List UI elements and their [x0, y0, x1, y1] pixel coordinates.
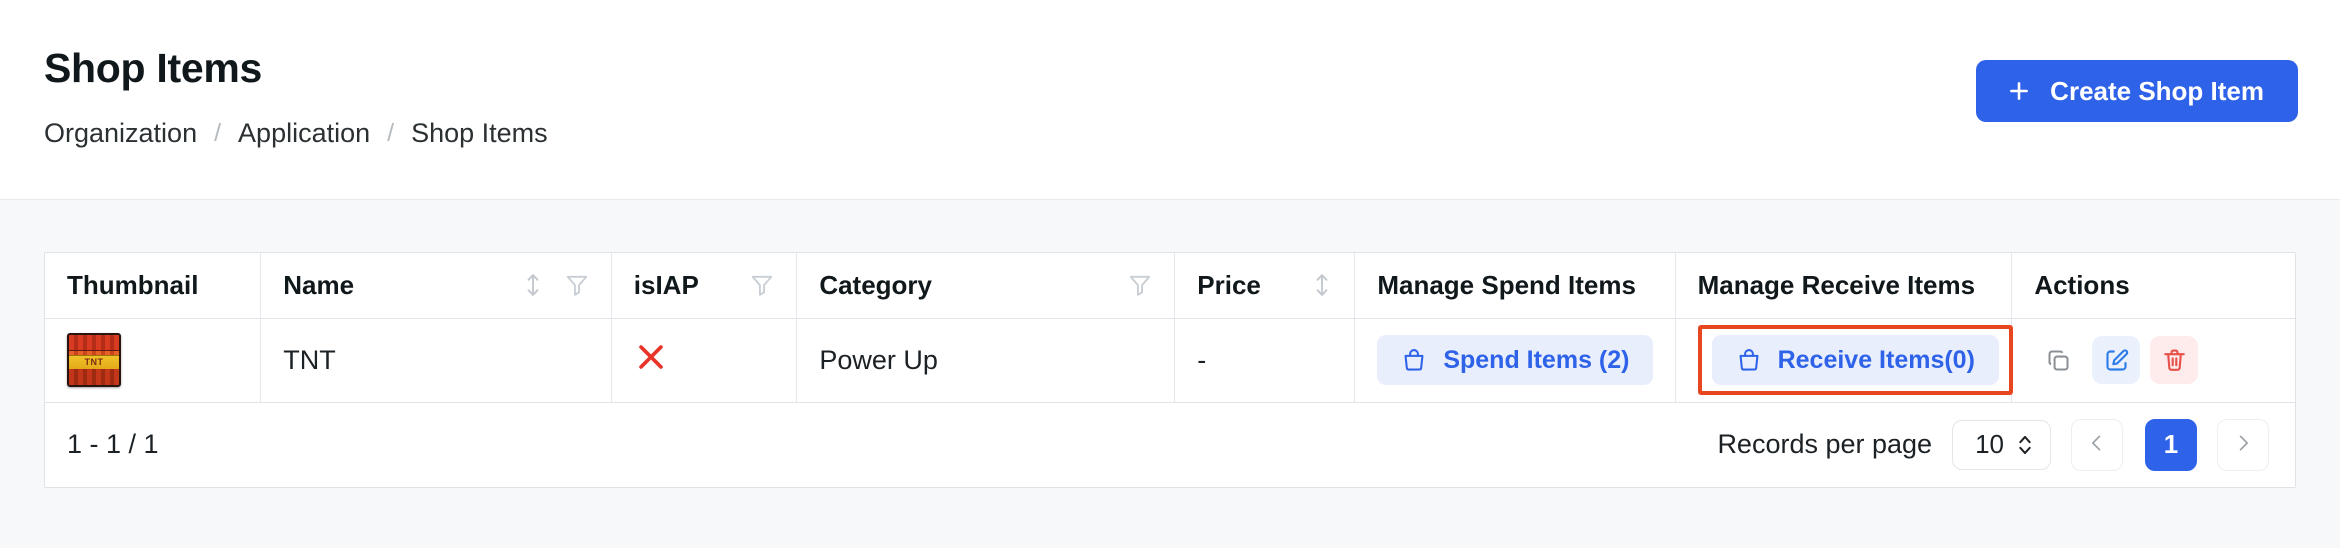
shopping-bag-icon: [1736, 347, 1762, 373]
shop-items-table: Thumbnail Name isIAP Category Price Mana…: [45, 253, 2295, 403]
receive-items-highlight: Receive Items(0): [1697, 325, 2013, 395]
cell-actions: [2011, 318, 2295, 403]
previous-page-button[interactable]: [2071, 418, 2123, 471]
cell-thumbnail: [45, 318, 262, 403]
column-label: Category: [819, 269, 933, 300]
price-value: -: [1197, 344, 1207, 375]
cell-manage-spend-items: Spend Items (2): [1354, 318, 1676, 403]
spend-items-button[interactable]: Spend Items (2): [1377, 335, 1654, 385]
plus-icon: [2006, 78, 2032, 104]
create-shop-item-label: Create Shop Item: [2050, 75, 2264, 106]
column-header-manage-receive-items: Manage Receive Items: [1675, 253, 2013, 319]
cell-name: TNT: [260, 318, 612, 403]
breadcrumb: Organization / Application / Shop Items: [44, 120, 548, 147]
cell-manage-receive-items: Receive Items(0): [1675, 318, 2013, 403]
create-shop-item-button[interactable]: Create Shop Item: [1976, 60, 2298, 122]
column-header-price: Price: [1174, 253, 1356, 319]
column-label: Name: [283, 269, 355, 300]
page-header: Shop Items Organization / Application / …: [0, 0, 2340, 200]
chevron-right-icon: [2233, 429, 2253, 460]
filter-icon[interactable]: [750, 273, 774, 297]
shop-items-page: Shop Items Organization / Application / …: [0, 0, 2340, 548]
breadcrumb-separator: /: [214, 119, 222, 147]
column-label: isIAP: [633, 269, 699, 300]
cell-category: Power Up: [796, 318, 1176, 403]
trash-icon: [2161, 347, 2188, 374]
filter-icon[interactable]: [565, 273, 589, 297]
column-header-name: Name: [260, 253, 612, 319]
sort-icon[interactable]: [1312, 272, 1332, 298]
breadcrumb-separator: /: [387, 119, 395, 147]
column-header-manage-spend-items: Manage Spend Items: [1354, 253, 1676, 319]
column-label: Actions: [2034, 269, 2130, 300]
tnt-block-thumbnail: [67, 333, 121, 387]
column-header-isiap: isIAP: [611, 253, 798, 319]
next-page-button[interactable]: [2217, 418, 2269, 471]
actions-group: [2034, 336, 2273, 384]
column-label: Manage Spend Items: [1377, 269, 1636, 300]
column-label: Price: [1197, 269, 1261, 300]
delete-button[interactable]: [2150, 336, 2199, 384]
breadcrumb-item-organization[interactable]: Organization: [44, 120, 197, 147]
shop-items-table-container: Thumbnail Name isIAP Category Price Mana…: [44, 252, 2296, 488]
column-label: Manage Receive Items: [1697, 269, 1976, 300]
table-header: Thumbnail Name isIAP Category Price Mana…: [45, 253, 2295, 319]
records-per-page-value: 10: [1975, 429, 2004, 459]
records-per-page-label: Records per page: [1717, 429, 1933, 459]
breadcrumb-item-shop-items[interactable]: Shop Items: [411, 120, 548, 147]
spend-items-label: Spend Items (2): [1443, 345, 1630, 374]
receive-items-button[interactable]: Receive Items(0): [1711, 335, 1999, 385]
content-area: Thumbnail Name isIAP Category Price Mana…: [0, 200, 2340, 548]
x-mark-icon: [634, 340, 668, 374]
receive-items-label: Receive Items(0): [1777, 345, 1975, 374]
filter-icon[interactable]: [1128, 273, 1152, 297]
sort-icon[interactable]: [523, 272, 543, 298]
cell-isiap: [611, 318, 798, 403]
chevron-updown-icon: [2016, 432, 2034, 458]
cell-price: -: [1174, 318, 1356, 403]
column-header-thumbnail: Thumbnail: [45, 253, 262, 319]
edit-button[interactable]: [2092, 336, 2141, 384]
record-range-text: 1 - 1 / 1: [67, 429, 159, 459]
column-label: Thumbnail: [67, 269, 199, 300]
breadcrumb-item-application[interactable]: Application: [238, 120, 370, 147]
shopping-bag-icon: [1401, 347, 1427, 373]
page-button-1[interactable]: 1: [2145, 418, 2197, 471]
column-header-category: Category: [796, 253, 1176, 319]
table-body: TNT Power Up -: [45, 318, 2295, 403]
duplicate-button[interactable]: [2034, 336, 2082, 384]
copy-icon: [2045, 347, 2072, 374]
records-per-page-select[interactable]: 10: [1952, 419, 2051, 470]
pagination-bar: 1 - 1 / 1 Records per page 10 1: [45, 402, 2295, 487]
table-header-row: Thumbnail Name isIAP Category Price Mana…: [45, 253, 2295, 319]
pagination-controls: Records per page 10 1: [1717, 418, 2271, 471]
page-title: Shop Items: [44, 45, 262, 91]
table-row: TNT Power Up -: [45, 318, 2295, 403]
column-header-actions: Actions: [2011, 253, 2295, 319]
edit-pencil-icon: [2103, 347, 2130, 374]
chevron-left-icon: [2087, 429, 2107, 460]
